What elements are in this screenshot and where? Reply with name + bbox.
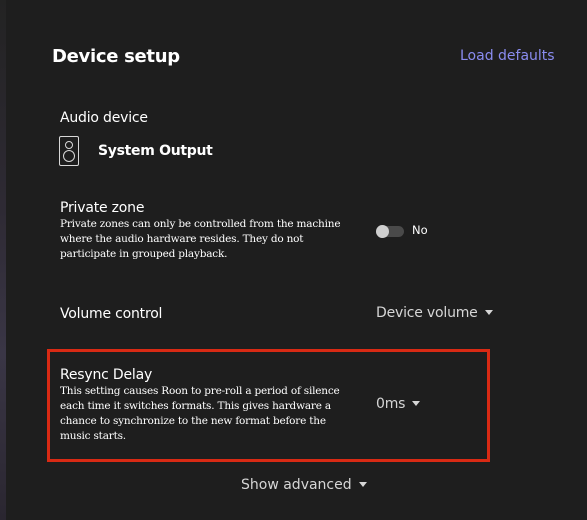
chevron-down-icon [412,400,421,406]
show-advanced-label: Show advanced [241,477,352,493]
dialog-title: Device setup [52,46,180,67]
audio-device-name: System Output [98,143,213,159]
private-zone-label: Private zone [60,200,145,216]
volume-control-label: Volume control [60,306,163,322]
show-advanced-button[interactable]: Show advanced [241,477,367,493]
chevron-down-icon [484,309,493,315]
resync-delay-value: 0ms [376,396,406,412]
private-zone-description: Private zones can only be controlled fro… [60,218,341,260]
volume-control-value: Device volume [376,305,478,321]
speaker-icon [59,136,79,166]
resync-delay-label: Resync Delay [60,367,153,383]
private-zone-toggle[interactable] [376,225,404,238]
toggle-knob [376,225,389,238]
resync-delay-description: This setting causes Roon to pre-roll a p… [60,385,340,442]
device-setup-dialog: Device setup Load defaults Audio device … [6,0,587,520]
load-defaults-link[interactable]: Load defaults [460,48,555,64]
audio-device-label: Audio device [60,110,148,126]
chevron-down-icon [358,481,367,487]
volume-control-dropdown[interactable]: Device volume [376,305,493,321]
resync-delay-dropdown[interactable]: 0ms [376,396,421,412]
private-zone-toggle-state: No [412,223,428,237]
